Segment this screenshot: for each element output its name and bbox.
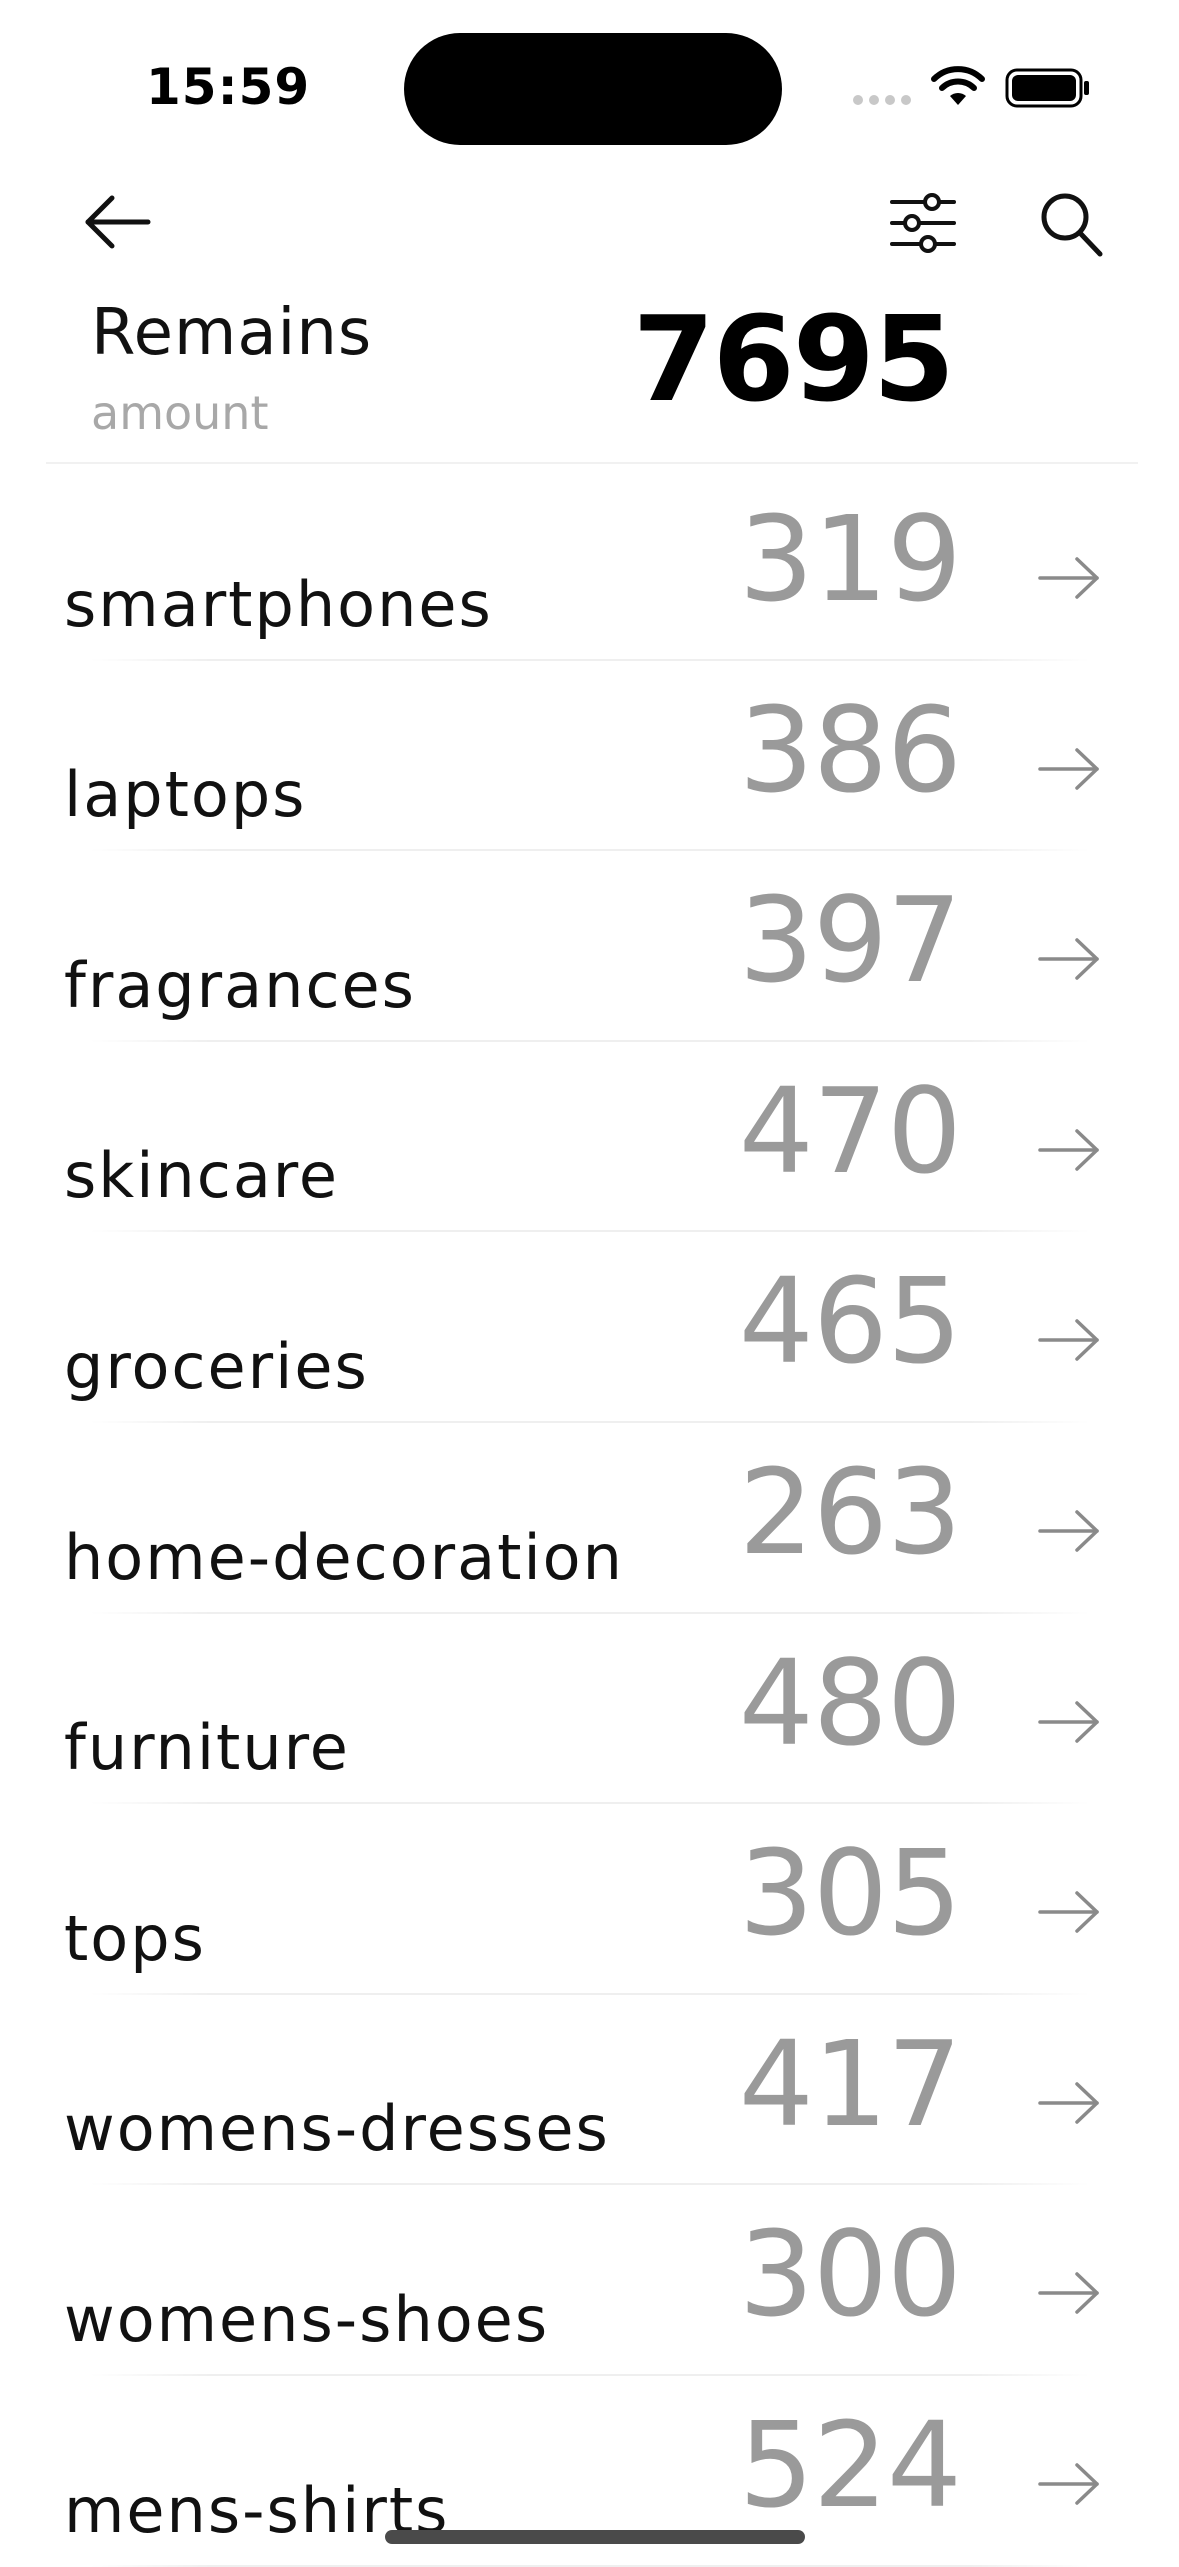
category-row[interactable]: fragrances 397: [0, 851, 1179, 1042]
category-count: 417: [738, 2014, 962, 2153]
category-count: 263: [738, 1442, 962, 1581]
status-time: 15:59: [146, 58, 311, 116]
category-label: smartphones: [64, 567, 493, 641]
summary-divider: [46, 462, 1138, 464]
category-row[interactable]: home-decoration 263: [0, 1423, 1179, 1614]
category-count: 397: [738, 871, 962, 1010]
category-count: 480: [738, 1633, 962, 1772]
category-row[interactable]: womens-shoes 300: [0, 2185, 1179, 2376]
category-label: furniture: [64, 1711, 350, 1785]
arrow-right-icon[interactable]: [1037, 937, 1101, 981]
category-label: home-decoration: [64, 1520, 624, 1594]
category-row[interactable]: groceries 465: [0, 1232, 1179, 1423]
category-label: womens-shoes: [64, 2282, 550, 2356]
category-row[interactable]: womens-dresses 417: [0, 1995, 1179, 2186]
arrow-right-icon[interactable]: [1037, 2271, 1101, 2315]
status-bar: 15:59: [0, 0, 1179, 150]
arrow-right-icon[interactable]: [1037, 1700, 1101, 1744]
category-row[interactable]: tops 305: [0, 1804, 1179, 1995]
arrow-right-icon[interactable]: [1037, 2462, 1101, 2506]
home-indicator[interactable]: [385, 2530, 805, 2544]
category-label: tops: [64, 1901, 206, 1975]
category-count: 470: [738, 1061, 962, 1200]
category-list: smartphones 319 laptops 386 fragrances 397 ski…: [0, 470, 1179, 2567]
search-icon: [1041, 193, 1103, 257]
category-row[interactable]: skincare 470: [0, 1042, 1179, 1233]
category-row[interactable]: furniture 480: [0, 1614, 1179, 1805]
search-button[interactable]: [1036, 188, 1106, 260]
arrow-left-icon: [85, 195, 151, 249]
back-button[interactable]: [82, 192, 154, 252]
wifi-icon: [931, 66, 985, 105]
category-label: laptops: [64, 758, 307, 832]
arrow-right-icon[interactable]: [1037, 1318, 1101, 1362]
category-row[interactable]: smartphones 319: [0, 470, 1179, 661]
category-count: 524: [738, 2395, 962, 2534]
dynamic-island: [404, 33, 782, 145]
category-count: 319: [738, 490, 962, 628]
category-count: 386: [738, 680, 962, 819]
category-count: 305: [738, 1824, 962, 1963]
category-count: 300: [738, 2205, 962, 2344]
category-label: fragrances: [64, 948, 416, 1022]
summary-subtitle: amount: [91, 386, 269, 440]
arrow-right-icon[interactable]: [1037, 1890, 1101, 1934]
arrow-right-icon[interactable]: [1037, 2081, 1101, 2125]
battery-icon: [1005, 68, 1089, 108]
arrow-right-icon[interactable]: [1037, 1509, 1101, 1553]
arrow-right-icon[interactable]: [1037, 747, 1101, 791]
row-divider: [90, 2564, 1090, 2567]
summary-total-value: 7695: [632, 290, 955, 428]
summary-title: Remains: [91, 296, 373, 370]
arrow-right-icon[interactable]: [1037, 556, 1101, 600]
category-label: womens-dresses: [64, 2092, 610, 2166]
cellular-signal-icon: [853, 95, 915, 107]
category-row[interactable]: laptops 386: [0, 661, 1179, 852]
sliders-icon: [890, 193, 956, 253]
filter-button[interactable]: [888, 190, 958, 256]
category-count: 465: [738, 1252, 962, 1391]
category-label: skincare: [64, 1139, 340, 1213]
category-label: groceries: [64, 1329, 369, 1403]
arrow-right-icon[interactable]: [1037, 1128, 1101, 1172]
